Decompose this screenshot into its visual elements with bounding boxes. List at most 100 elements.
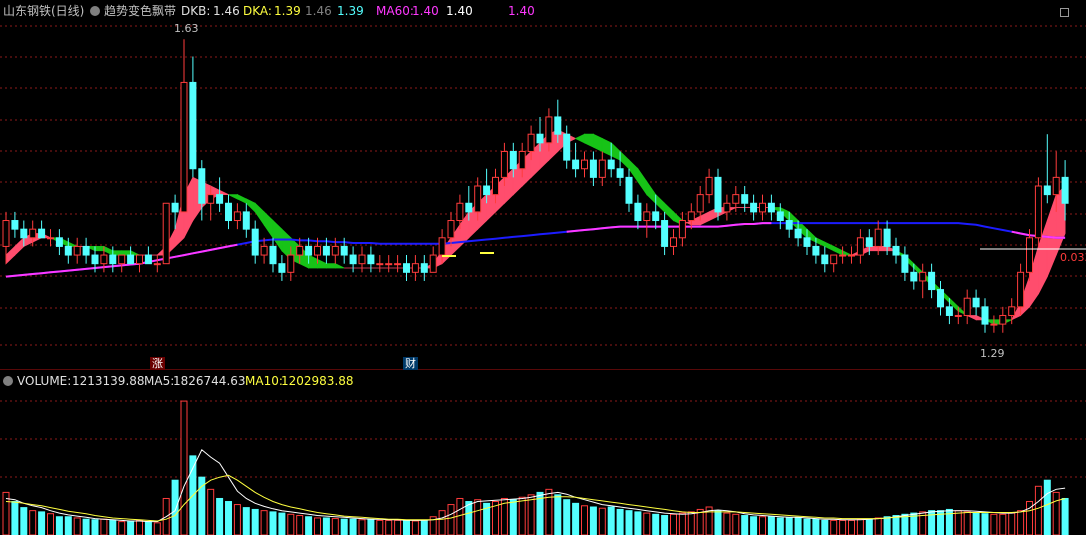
- volume-bar: [990, 513, 998, 535]
- candle-body: [100, 254, 108, 265]
- volume-bar: [55, 516, 63, 535]
- extra-value-4: 1.40: [508, 4, 535, 18]
- ribbon-segment: [14, 236, 25, 256]
- volume-bar: [776, 517, 784, 535]
- ribbon-segment: [263, 210, 274, 240]
- volume-bar: [109, 519, 117, 535]
- candle-body: [29, 228, 37, 239]
- ribbon-segment: [112, 250, 123, 256]
- volume-bar: [322, 517, 330, 535]
- candle-body: [1017, 271, 1025, 308]
- volume-bar: [865, 518, 873, 535]
- volume-bar: [394, 519, 402, 535]
- candle-body: [963, 297, 971, 316]
- candle-body: [456, 202, 464, 222]
- volume-bar: [1017, 510, 1025, 535]
- candle-body: [207, 194, 215, 204]
- volume-bar: [634, 511, 642, 535]
- candle-body: [367, 254, 375, 265]
- candle-body: [732, 194, 740, 204]
- candle-body: [910, 271, 918, 282]
- volume-bar: [20, 507, 28, 535]
- ribbon-segment: [655, 193, 665, 213]
- candle-body: [714, 176, 722, 213]
- volume-bar: [47, 513, 54, 535]
- volume-bar: [118, 521, 126, 535]
- candle-body: [278, 263, 286, 273]
- candle-body: [652, 211, 660, 222]
- volume-bar: [803, 518, 811, 535]
- volume-bar: [981, 513, 989, 535]
- candle-body: [438, 237, 446, 256]
- candle-body: [874, 228, 882, 247]
- ma5-label: MA5:: [144, 374, 175, 388]
- volume-bar: [38, 511, 46, 535]
- candle-body: [358, 254, 366, 265]
- candle-body: [500, 150, 508, 178]
- ma5-value: 1826744.63: [173, 374, 246, 388]
- volume-bar: [171, 479, 179, 535]
- limit-up-marker[interactable]: 涨: [150, 357, 165, 370]
- candle-body: [394, 263, 402, 266]
- candle-body: [269, 245, 277, 265]
- volume-bar: [225, 501, 232, 535]
- close-panel-icon[interactable]: [1060, 8, 1069, 17]
- candle-body: [136, 254, 143, 265]
- ma60-value: 1.40: [412, 4, 439, 18]
- candle-body: [554, 116, 562, 135]
- candle-body: [465, 202, 473, 213]
- candle-body: [483, 185, 491, 196]
- candle-body: [305, 245, 313, 256]
- candle-body: [919, 271, 927, 282]
- candle-body: [865, 237, 873, 247]
- volume-bar: [314, 517, 321, 535]
- volume-bar: [420, 520, 428, 535]
- volume-bar: [678, 512, 686, 535]
- ribbon-segment: [584, 133, 594, 148]
- candle-body: [420, 263, 428, 273]
- candle-body: [2, 220, 10, 247]
- volume-bar: [545, 488, 553, 535]
- volume-bar: [589, 506, 597, 535]
- candle-body: [216, 194, 224, 204]
- candle-body: [634, 202, 642, 222]
- volume-bar: [652, 513, 660, 535]
- ribbon-segment: [877, 246, 888, 252]
- candle-body: [981, 306, 989, 325]
- candle-body: [251, 228, 259, 256]
- indicator-header: 山东钢铁(日线) 趋势变色飘带 DKB: 1.46 DKA: 1.39 1.46…: [0, 2, 1086, 20]
- settings-icon[interactable]: [90, 6, 100, 16]
- volume-bar: [1008, 512, 1016, 535]
- candle-body: [1061, 176, 1069, 204]
- ribbon-segment: [317, 258, 327, 269]
- volume-settings-icon[interactable]: [3, 376, 13, 386]
- candle-body: [750, 202, 758, 213]
- candle-body: [767, 202, 775, 213]
- ribbon-segment: [833, 245, 843, 256]
- volume-bar: [563, 499, 571, 535]
- volume-bar: [554, 494, 562, 535]
- candle-body: [527, 133, 535, 152]
- candle-body: [144, 254, 152, 265]
- volume-bar: [759, 516, 766, 535]
- volume-bar: [643, 512, 651, 535]
- ribbon-segment: [967, 315, 977, 321]
- finance-marker[interactable]: 财: [403, 357, 418, 370]
- volume-bar: [340, 518, 348, 535]
- candle-body: [794, 228, 802, 239]
- volume-bar: [403, 519, 410, 535]
- candle-body: [741, 194, 749, 204]
- volume-bar: [527, 494, 535, 535]
- volume-bar: [242, 507, 250, 535]
- volume-bar: [741, 515, 749, 535]
- ribbon-segment: [103, 245, 114, 256]
- ribbon-segment: [67, 241, 78, 247]
- candle-body: [545, 116, 553, 144]
- candle-body: [314, 245, 321, 256]
- candle-body: [830, 254, 838, 265]
- candle-body: [589, 159, 597, 178]
- candle-body: [82, 245, 90, 256]
- candle-body: [848, 254, 855, 257]
- volume-bar: [794, 517, 802, 535]
- volume-bar: [732, 513, 740, 535]
